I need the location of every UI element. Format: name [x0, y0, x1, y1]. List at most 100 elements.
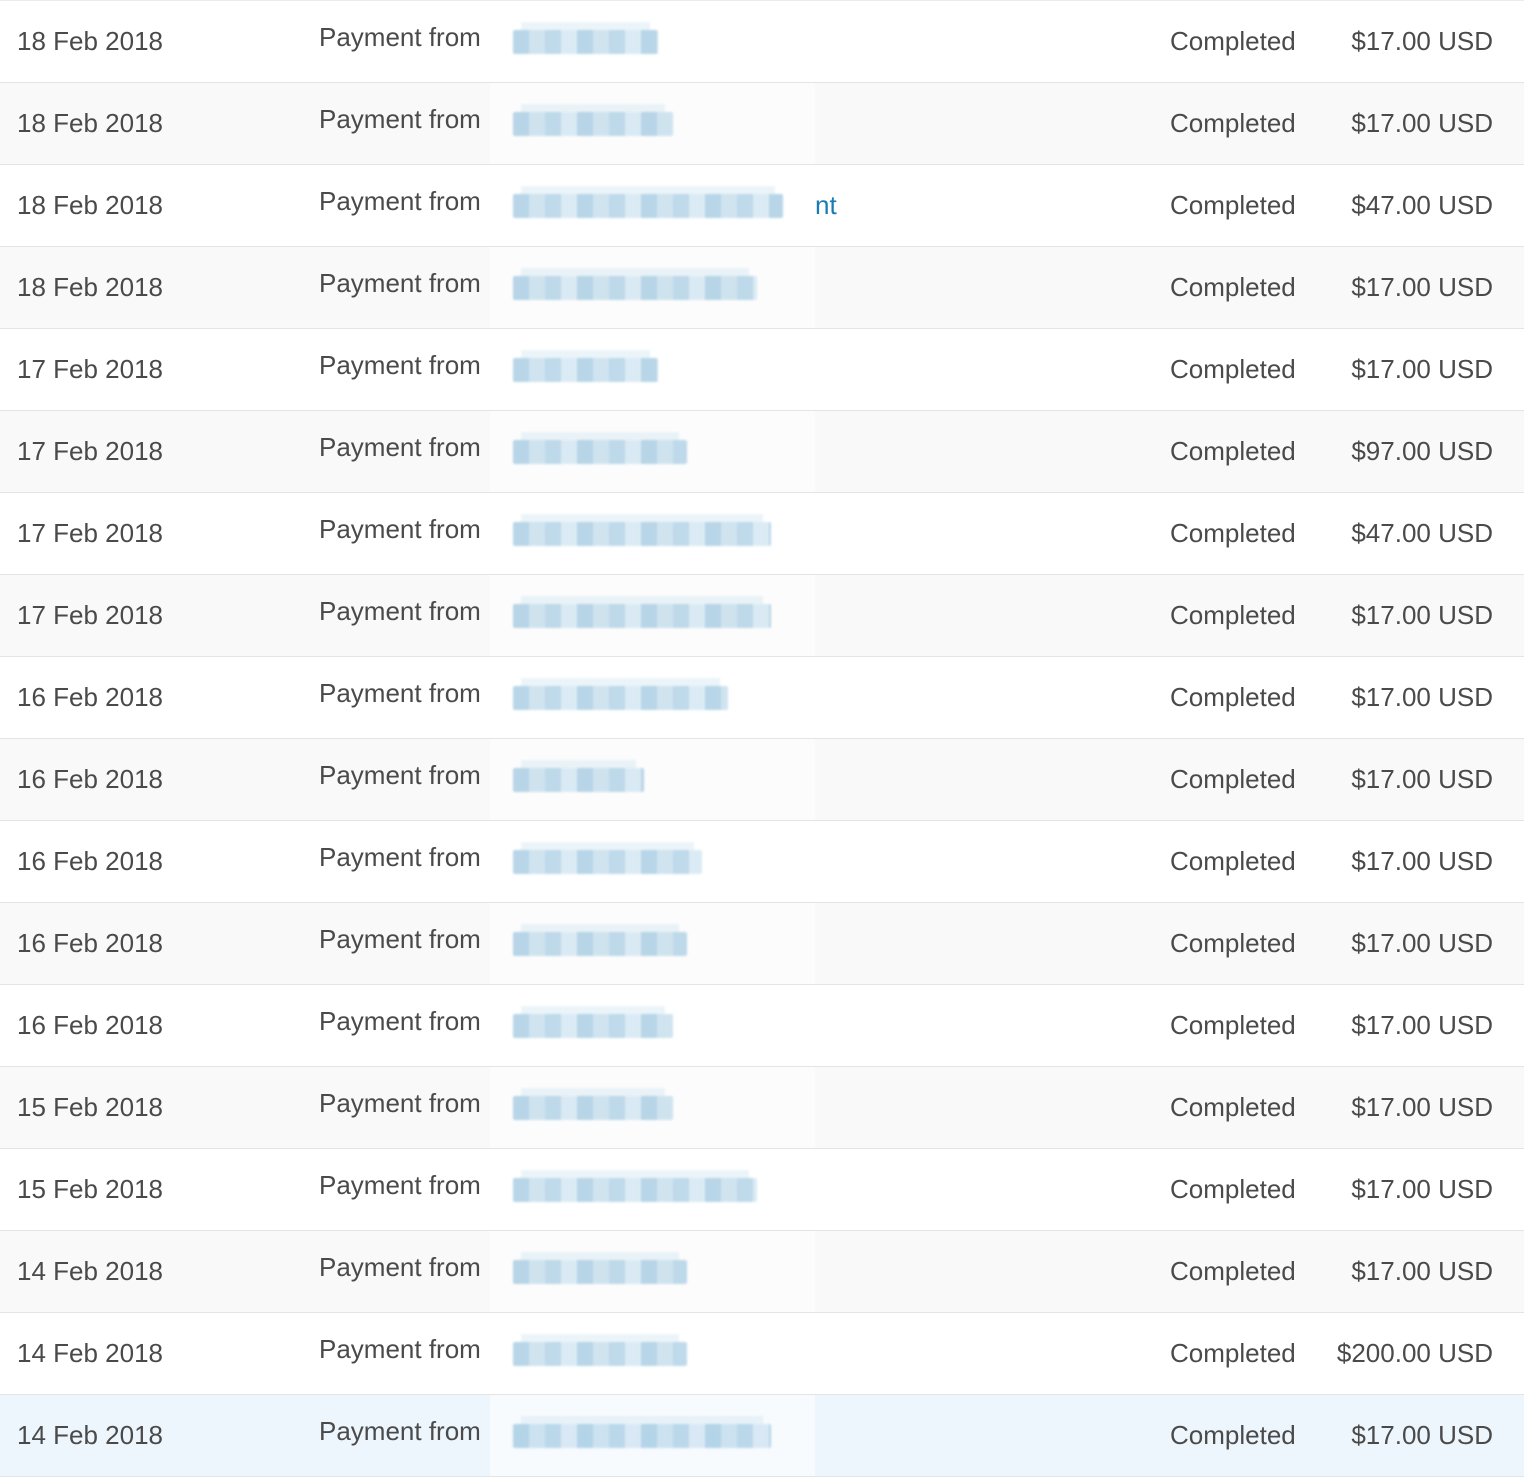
- transaction-amount: $47.00 USD: [1351, 518, 1493, 548]
- transaction-status: Completed: [1170, 682, 1296, 712]
- transaction-status: Completed: [1170, 436, 1296, 466]
- transaction-row[interactable]: 17 Feb 2018 Payment from Completed $47.00 U…: [0, 493, 1524, 575]
- transaction-amount: $97.00 USD: [1351, 436, 1493, 466]
- transaction-date: 18 Feb 2018: [17, 108, 164, 138]
- transaction-row[interactable]: 16 Feb 2018 Payment from Completed $17.00 U…: [0, 903, 1524, 985]
- transaction-row[interactable]: 18 Feb 2018 Payment from Completed $17.00 U…: [0, 1, 1524, 83]
- payer-name-link-redacted[interactable]: [490, 657, 815, 738]
- redaction-blur: [513, 21, 658, 54]
- transaction-date: 16 Feb 2018: [17, 846, 164, 876]
- transaction-row[interactable]: 16 Feb 2018 Payment from Completed $17.00 U…: [0, 739, 1524, 821]
- transaction-status: Completed: [1170, 846, 1296, 876]
- transaction-status: Completed: [1170, 764, 1296, 794]
- redaction-blur: [513, 923, 687, 956]
- transaction-description: Payment from: [319, 268, 481, 298]
- transaction-description: Payment from: [319, 22, 481, 52]
- transaction-amount: $17.00 USD: [1351, 108, 1493, 138]
- transaction-amount: $47.00 USD: [1351, 190, 1493, 220]
- redaction-blur: [513, 185, 783, 218]
- payer-name-link-redacted[interactable]: [490, 247, 815, 328]
- transaction-description: Payment from: [319, 432, 481, 462]
- transaction-date: 15 Feb 2018: [17, 1092, 164, 1122]
- transaction-row[interactable]: 16 Feb 2018 Payment from Completed $17.00 U…: [0, 657, 1524, 739]
- payer-name-link-redacted[interactable]: [490, 739, 815, 820]
- transaction-description: Payment from: [319, 1334, 481, 1364]
- payer-name-link-redacted[interactable]: [490, 903, 815, 984]
- transaction-amount: $17.00 USD: [1351, 1256, 1493, 1286]
- redaction-blur: [513, 677, 728, 710]
- transaction-amount: $17.00 USD: [1351, 682, 1493, 712]
- transactions-list: 18 Feb 2018 Payment from Completed $17.00 U…: [0, 1, 1524, 1477]
- payer-name-link-tail[interactable]: nt: [815, 165, 837, 246]
- transaction-date: 18 Feb 2018: [17, 272, 164, 302]
- redaction-blur: [513, 595, 771, 628]
- transaction-date: 17 Feb 2018: [17, 354, 164, 384]
- payer-name-link-redacted[interactable]: [490, 1231, 815, 1312]
- transaction-description: Payment from: [319, 1088, 481, 1118]
- redaction-blur: [513, 1087, 673, 1120]
- redaction-blur: [513, 1005, 673, 1038]
- transaction-status: Completed: [1170, 1338, 1296, 1368]
- transaction-status: Completed: [1170, 1010, 1296, 1040]
- transaction-row[interactable]: 16 Feb 2018 Payment from Completed $17.00 U…: [0, 821, 1524, 903]
- transaction-status: Completed: [1170, 928, 1296, 958]
- transaction-row[interactable]: 18 Feb 2018 Payment from Completed $17.00 U…: [0, 83, 1524, 165]
- payer-name-link-redacted[interactable]: [490, 1067, 815, 1148]
- redaction-blur: [513, 1251, 687, 1284]
- transaction-row[interactable]: 17 Feb 2018 Payment from Completed $17.00 U…: [0, 575, 1524, 657]
- payer-name-link-redacted[interactable]: [490, 1, 815, 82]
- transaction-row[interactable]: 15 Feb 2018 Payment from Completed $17.00 U…: [0, 1067, 1524, 1149]
- transaction-description: Payment from: [319, 1416, 481, 1446]
- payer-name-link-redacted[interactable]: [490, 575, 815, 656]
- transaction-date: 14 Feb 2018: [17, 1420, 164, 1450]
- transaction-row[interactable]: 18 Feb 2018 Payment from Completed $17.00 U…: [0, 247, 1524, 329]
- transaction-date: 17 Feb 2018: [17, 518, 164, 548]
- payer-name-link-redacted[interactable]: [490, 165, 815, 246]
- transaction-status: Completed: [1170, 354, 1296, 384]
- transaction-description: Payment from: [319, 186, 481, 216]
- redaction-blur: [513, 759, 644, 792]
- transaction-description: Payment from: [319, 924, 481, 954]
- transaction-amount: $17.00 USD: [1351, 1420, 1493, 1450]
- transaction-date: 16 Feb 2018: [17, 764, 164, 794]
- transaction-date: 16 Feb 2018: [17, 928, 164, 958]
- transaction-status: Completed: [1170, 1092, 1296, 1122]
- transaction-row[interactable]: 15 Feb 2018 Payment from Completed $17.00 U…: [0, 1149, 1524, 1231]
- payer-name-link-redacted[interactable]: [490, 1149, 815, 1230]
- transaction-row[interactable]: 17 Feb 2018 Payment from Completed $17.00 U…: [0, 329, 1524, 411]
- redaction-blur: [513, 431, 687, 464]
- payer-name-link-redacted[interactable]: [490, 985, 815, 1066]
- transaction-row[interactable]: 17 Feb 2018 Payment from Completed $97.00 U…: [0, 411, 1524, 493]
- transaction-status: Completed: [1170, 518, 1296, 548]
- transaction-amount: $17.00 USD: [1351, 26, 1493, 56]
- transaction-amount: $17.00 USD: [1351, 272, 1493, 302]
- payer-name-link-redacted[interactable]: [490, 493, 815, 574]
- transactions-table: 18 Feb 2018 Payment from Completed $17.00 U…: [0, 0, 1524, 1477]
- payer-name-link-redacted[interactable]: [490, 411, 815, 492]
- transaction-row[interactable]: 16 Feb 2018 Payment from Completed $17.00 U…: [0, 985, 1524, 1067]
- payer-name-link-redacted[interactable]: [490, 1313, 815, 1394]
- transaction-amount: $17.00 USD: [1351, 846, 1493, 876]
- transaction-row[interactable]: 14 Feb 2018 Payment from Completed $17.00 U…: [0, 1231, 1524, 1313]
- redaction-blur: [513, 349, 658, 382]
- transaction-status: Completed: [1170, 600, 1296, 630]
- transaction-description: Payment from: [319, 514, 481, 544]
- transaction-description: Payment from: [319, 1170, 481, 1200]
- transaction-row[interactable]: 14 Feb 2018 Payment from Completed $200.00 …: [0, 1313, 1524, 1395]
- transaction-description: Payment from: [319, 1252, 481, 1282]
- redaction-blur: [513, 1415, 771, 1448]
- transaction-row[interactable]: 18 Feb 2018 Payment from nt Completed $47.00…: [0, 165, 1524, 247]
- transaction-row[interactable]: 14 Feb 2018 Payment from Completed $17.00 U…: [0, 1395, 1524, 1477]
- payer-name-link-redacted[interactable]: [490, 1395, 815, 1476]
- redaction-blur: [513, 513, 771, 546]
- payer-name-link-redacted[interactable]: [490, 329, 815, 410]
- payer-name-link-redacted[interactable]: [490, 821, 815, 902]
- transaction-status: Completed: [1170, 26, 1296, 56]
- transaction-status: Completed: [1170, 1420, 1296, 1450]
- transaction-description: Payment from: [319, 678, 481, 708]
- transaction-date: 14 Feb 2018: [17, 1256, 164, 1286]
- transaction-description: Payment from: [319, 760, 481, 790]
- transaction-status: Completed: [1170, 272, 1296, 302]
- transaction-date: 16 Feb 2018: [17, 682, 164, 712]
- payer-name-link-redacted[interactable]: [490, 83, 815, 164]
